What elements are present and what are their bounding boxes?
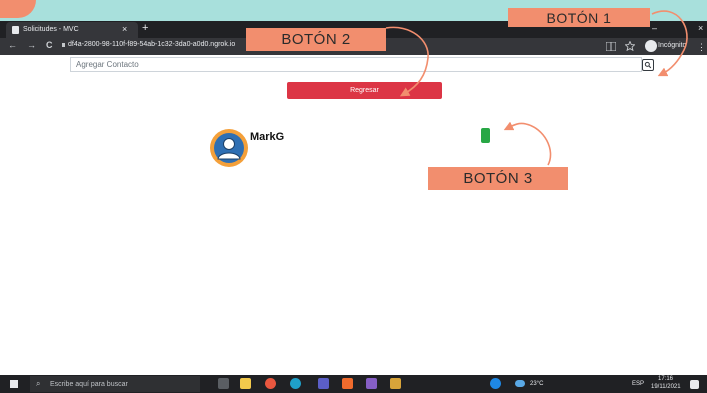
minimize-icon[interactable]: – [652, 23, 657, 33]
language-indicator[interactable]: ESP [632, 381, 644, 387]
arrow-to-button-1 [651, 10, 688, 77]
arrow-to-button-3 [503, 121, 552, 166]
notifications-icon[interactable] [690, 380, 699, 389]
taskbar-search-icon: ⌕ [36, 379, 41, 388]
chrome-icon[interactable] [265, 378, 276, 389]
windows-start-icon[interactable] [10, 380, 18, 388]
arrow-to-button-2 [385, 26, 429, 97]
window-close-icon[interactable]: × [698, 23, 703, 33]
weather-icon [515, 380, 525, 387]
teams-icon[interactable] [318, 378, 329, 389]
taskbar-search-input[interactable]: ⌕ Escribe aquí para buscar [30, 376, 200, 392]
visual-studio-icon[interactable] [366, 378, 377, 389]
annotation-arrows [385, 10, 688, 166]
weather-temperature: 23°C [530, 381, 544, 387]
task-view-icon[interactable] [218, 378, 229, 389]
edge-icon[interactable] [290, 378, 301, 389]
clock-date: 19/11/2021 [651, 384, 681, 390]
help-icon[interactable] [490, 378, 501, 389]
file-explorer-icon[interactable] [240, 378, 251, 389]
clock-time: 17:16 [658, 376, 674, 382]
app-icon[interactable] [390, 378, 401, 389]
taskbar-search-placeholder: Escribe aquí para buscar [50, 381, 128, 388]
illustrator-icon[interactable] [342, 378, 353, 389]
